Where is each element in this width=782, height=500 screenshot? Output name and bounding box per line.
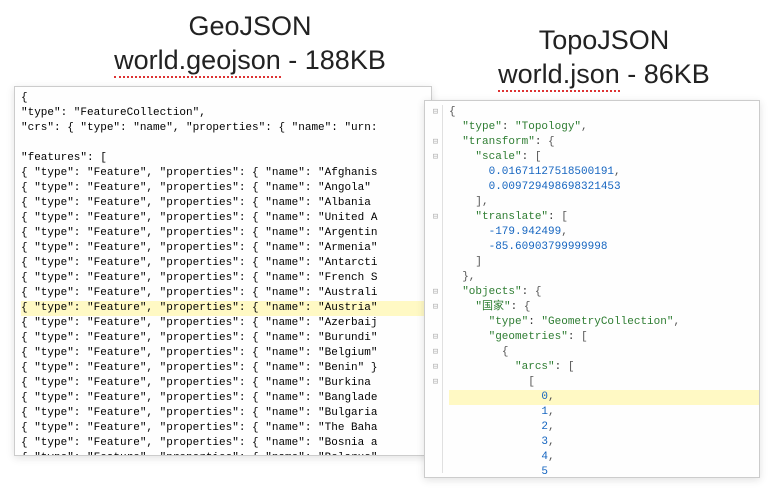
code-line: { "type": "Feature", "properties": { "na… [21, 406, 425, 421]
code-line: "translate": [ [449, 210, 759, 225]
code-line: ], [449, 195, 759, 210]
code-line: }, [449, 270, 759, 285]
code-line: { "type": "Feature", "properties": { "na… [21, 451, 425, 456]
code-line: "type": "Topology", [449, 120, 759, 135]
code-line: { "type": "Feature", "properties": { "na… [21, 196, 425, 211]
code-line: { "type": "Feature", "properties": { "na… [21, 166, 425, 181]
code-line: 2, [449, 420, 759, 435]
code-line: 0.01671127518500191, [449, 165, 759, 180]
fold-marker [429, 405, 442, 420]
code-line: "type": "GeometryCollection", [449, 315, 759, 330]
subtitle-geojson: world.geojson - 188KB [80, 44, 420, 78]
code-line [21, 136, 425, 151]
size-geojson: 188KB [305, 45, 386, 75]
fold-marker[interactable]: ⊟ [429, 345, 442, 360]
code-line: ] [449, 255, 759, 270]
fold-marker [429, 255, 442, 270]
fold-marker [429, 450, 442, 465]
fold-marker [429, 390, 442, 405]
fold-marker [429, 225, 442, 240]
code-line: { "type": "Feature", "properties": { "na… [21, 301, 425, 316]
fold-marker [429, 120, 442, 135]
fold-marker [429, 270, 442, 285]
code-line: 4, [449, 450, 759, 465]
code-line: -179.942499, [449, 225, 759, 240]
code-line: "objects": { [449, 285, 759, 300]
fold-marker[interactable]: ⊟ [429, 285, 442, 300]
code-line: { "type": "Feature", "properties": { "na… [21, 226, 425, 241]
size-topojson: 86KB [644, 59, 710, 89]
code-line: { "type": "Feature", "properties": { "na… [21, 331, 425, 346]
code-line: 3, [449, 435, 759, 450]
code-line: { "type": "Feature", "properties": { "na… [21, 436, 425, 451]
code-line: [ [449, 375, 759, 390]
code-line: { "type": "Feature", "properties": { "na… [21, 211, 425, 226]
code-line: 1, [449, 405, 759, 420]
fold-marker [429, 315, 442, 330]
fold-marker [429, 165, 442, 180]
code-line: "scale": [ [449, 150, 759, 165]
code-line: { "type": "Feature", "properties": { "na… [21, 421, 425, 436]
code-line: -85.60903799999998 [449, 240, 759, 255]
code-line: "国家": { [449, 300, 759, 315]
heading-topojson: TopoJSON world.json - 86KB [454, 24, 754, 92]
code-line: { "type": "Feature", "properties": { "na… [21, 391, 425, 406]
fold-marker[interactable]: ⊟ [429, 360, 442, 375]
code-line: { [21, 91, 425, 106]
heading-geojson: GeoJSON world.geojson - 188KB [80, 10, 420, 78]
fold-marker[interactable]: ⊟ [429, 375, 442, 390]
subtitle-topojson: world.json - 86KB [454, 58, 754, 92]
fold-marker[interactable]: ⊟ [429, 300, 442, 315]
fold-marker[interactable]: ⊟ [429, 210, 442, 225]
fold-marker [429, 180, 442, 195]
code-line: "features": [ [21, 151, 425, 166]
code-line: { "type": "Feature", "properties": { "na… [21, 361, 425, 376]
code-line: "transform": { [449, 135, 759, 150]
code-line: 5 [449, 465, 759, 478]
code-line: { [449, 345, 759, 360]
code-line: { "type": "Feature", "properties": { "na… [21, 376, 425, 391]
title-topojson: TopoJSON [454, 24, 754, 58]
code-line: "arcs": [ [449, 360, 759, 375]
fold-marker[interactable]: ⊟ [429, 150, 442, 165]
title-geojson: GeoJSON [80, 10, 420, 44]
fold-marker[interactable]: ⊟ [429, 330, 442, 345]
code-line: { "type": "Feature", "properties": { "na… [21, 286, 425, 301]
code-line: 0.009729498698321453 [449, 180, 759, 195]
code-line: "type": "FeatureCollection", [21, 106, 425, 121]
code-line: 0, [449, 390, 759, 405]
topojson-code-pane: ⊟⊟⊟⊟⊟⊟⊟⊟⊟⊟⊟ { "type": "Topology", "trans… [424, 100, 760, 478]
code-line: "geometries": [ [449, 330, 759, 345]
fold-gutter: ⊟⊟⊟⊟⊟⊟⊟⊟⊟⊟⊟ [429, 105, 443, 473]
fold-marker[interactable]: ⊟ [429, 135, 442, 150]
fold-marker[interactable]: ⊟ [429, 105, 442, 120]
code-line: { "type": "Feature", "properties": { "na… [21, 346, 425, 361]
filename-geojson: world.geojson [114, 45, 281, 78]
code-line: { "type": "Feature", "properties": { "na… [21, 241, 425, 256]
fold-marker [429, 465, 442, 478]
fold-marker [429, 240, 442, 255]
filename-topojson: world.json [498, 59, 620, 92]
fold-marker [429, 435, 442, 450]
code-line: "crs": { "type": "name", "properties": {… [21, 121, 425, 136]
code-line: { "type": "Feature", "properties": { "na… [21, 256, 425, 271]
geojson-code-pane: {"type": "FeatureCollection","crs": { "t… [14, 86, 432, 456]
fold-marker [429, 195, 442, 210]
code-line: { "type": "Feature", "properties": { "na… [21, 271, 425, 286]
code-line: { [449, 105, 759, 120]
code-line: { "type": "Feature", "properties": { "na… [21, 181, 425, 196]
code-line: { "type": "Feature", "properties": { "na… [21, 316, 425, 331]
fold-marker [429, 420, 442, 435]
